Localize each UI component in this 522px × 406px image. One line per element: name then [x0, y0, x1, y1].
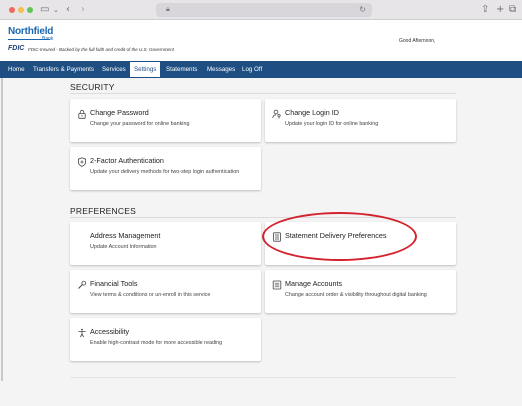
footer-rule — [70, 377, 456, 378]
site-header: Northfield Bank Good Afternoon, — [0, 21, 522, 61]
minimize-window-button[interactable] — [18, 7, 24, 13]
tabs-overview-icon[interactable]: ⧉ — [509, 3, 516, 17]
card-description: View terms & conditions or un-enroll in … — [90, 292, 211, 298]
preferences-heading: PREFERENCES — [70, 206, 136, 216]
two-factor-auth-card[interactable]: 2-Factor Authentication Update your deli… — [70, 147, 261, 190]
nav-home[interactable]: Home — [8, 61, 25, 78]
card-title: Address Management — [90, 231, 161, 240]
fdic-disclaimer: FDIC-Insured - Backed by the full faith … — [28, 47, 174, 52]
card-description: Change your password for online banking — [90, 121, 190, 127]
logo-underline — [8, 39, 50, 40]
address-management-card[interactable]: Address Management Update Account Inform… — [70, 222, 261, 265]
nav-settings[interactable]: Settings — [129, 61, 162, 78]
zoom-window-button[interactable] — [27, 7, 33, 13]
bank-logo[interactable]: Northfield Bank — [8, 26, 53, 42]
sidebar-icon[interactable]: ▭ — [40, 3, 49, 17]
card-title: 2-Factor Authentication — [90, 156, 164, 165]
lock-icon: 🔒︎ — [166, 6, 170, 13]
nav-messages[interactable]: Messages — [207, 61, 235, 78]
change-login-id-card[interactable]: Change Login ID Update your login ID for… — [265, 99, 456, 142]
user-key-icon — [272, 109, 281, 119]
share-icon[interactable]: ⇪ — [481, 3, 489, 17]
card-title: Change Password — [90, 108, 149, 117]
address-bar[interactable]: 🔒︎ ↻ — [156, 3, 372, 17]
nav-transfers-payments[interactable]: Transfers & Payments — [33, 61, 94, 78]
highlight-annotation-ellipse — [262, 212, 417, 261]
back-icon[interactable]: ‹ — [66, 3, 70, 17]
card-title: Manage Accounts — [285, 279, 343, 288]
accessibility-icon — [78, 328, 86, 338]
fdic-logo: FDIC — [8, 45, 25, 52]
list-icon — [272, 280, 282, 290]
security-heading: SECURITY — [70, 82, 115, 92]
reload-icon[interactable]: ↻ — [359, 3, 366, 17]
tools-icon — [78, 280, 87, 289]
main-nav: Home Transfers & Payments Services Setti… — [0, 61, 522, 78]
card-title: Change Login ID — [285, 108, 339, 117]
card-description: Update your login ID for online banking — [285, 121, 379, 127]
accessibility-card[interactable]: Accessibility Enable high-contrast mode … — [70, 318, 261, 361]
card-title: Accessibility — [90, 327, 130, 336]
change-password-card[interactable]: Change Password Change your password for… — [70, 99, 261, 142]
security-rule — [70, 93, 456, 94]
nav-log-off[interactable]: Log Off — [242, 61, 262, 78]
chevron-down-icon[interactable]: ⌄ — [53, 3, 59, 17]
browser-toolbar: ▭ ⌄ ‹ › 🔒︎ ↻ ⇪ + ⧉ — [0, 0, 522, 20]
new-tab-icon[interactable]: + — [496, 3, 504, 17]
card-description: Enable high-contrast mode for more acces… — [90, 340, 223, 346]
manage-accounts-card[interactable]: Manage Accounts Change account order & v… — [265, 270, 456, 313]
card-description: Update your delivery methods for two-ste… — [90, 169, 240, 175]
greeting-text: Good Afternoon, — [399, 38, 436, 44]
financial-tools-card[interactable]: Financial Tools View terms & conditions … — [70, 270, 261, 313]
preferences-rule — [70, 217, 456, 218]
card-description: Change account order & visibility throug… — [285, 292, 427, 298]
forward-icon[interactable]: › — [81, 3, 85, 17]
close-window-button[interactable] — [9, 7, 15, 13]
shield-icon — [78, 157, 86, 167]
lock-icon — [78, 110, 86, 119]
card-description: Update Account Information — [90, 244, 157, 250]
card-title: Financial Tools — [90, 279, 138, 288]
nav-services[interactable]: Services — [102, 61, 126, 78]
nav-statements[interactable]: Statements — [166, 61, 197, 78]
